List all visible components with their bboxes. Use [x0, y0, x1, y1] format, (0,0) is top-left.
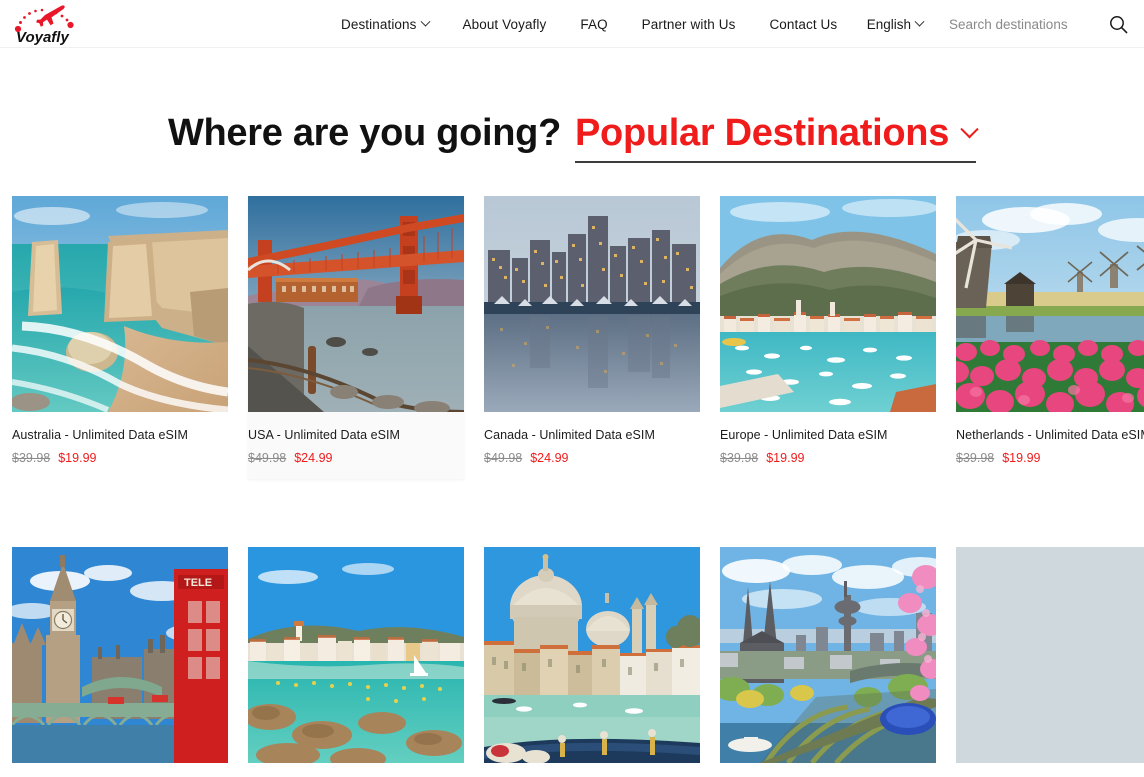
price-original: $49.98: [248, 451, 287, 465]
destination-filter-label: Popular Destinations: [574, 112, 950, 154]
price-sale: $24.99: [294, 451, 333, 465]
product-image: [248, 547, 464, 763]
price-original: $39.98: [956, 451, 995, 465]
price-sale: $24.99: [530, 451, 569, 465]
nav-label: Contact Us: [769, 16, 838, 32]
product-price-row: $39.98 $19.99: [720, 451, 936, 465]
search-icon: [1110, 15, 1128, 33]
product-price-row: $49.98 $24.99: [484, 451, 700, 465]
product-image: [956, 547, 1144, 763]
search-button[interactable]: [1109, 15, 1128, 34]
price-original: $39.98: [720, 451, 759, 465]
product-title: Netherlands - Unlimited Data eSIM: [956, 428, 1144, 442]
product-title: Canada - Unlimited Data eSIM: [484, 428, 655, 442]
hero-heading: Where are you going? Popular Destination…: [0, 114, 1144, 163]
chevron-down-icon: [960, 119, 979, 138]
site-header: Voyafly Destinations About Voyafly FAQ P…: [0, 0, 1144, 48]
product-card-canada[interactable]: Canada - Unlimited Data eSIM $49.98 $24.…: [484, 196, 700, 479]
chevron-down-icon: [420, 16, 430, 27]
product-title: Europe - Unlimited Data eSIM: [720, 428, 888, 442]
header-utilities: English: [867, 0, 1128, 48]
nav-label: About Voyafly: [462, 16, 547, 32]
product-image: [248, 196, 464, 412]
product-image: [720, 547, 936, 763]
nav-item-contact[interactable]: Contact Us: [769, 17, 837, 32]
product-image: [956, 196, 1144, 412]
main-nav: Destinations About Voyafly FAQ Partner w…: [341, 0, 837, 48]
product-title: Australia - Unlimited Data eSIM: [12, 428, 188, 442]
nav-label: Destinations: [341, 16, 417, 32]
language-label: English: [866, 16, 911, 32]
product-image: [484, 196, 700, 412]
price-original: $49.98: [484, 451, 523, 465]
nav-item-destinations[interactable]: Destinations: [341, 16, 430, 32]
destination-grid: Australia - Unlimited Data eSIM $39.98 $…: [12, 196, 1144, 777]
product-price-row: $39.98 $19.99: [12, 451, 228, 465]
product-price-row: $39.98 $19.99: [956, 451, 1144, 465]
product-card-australia[interactable]: Australia - Unlimited Data eSIM $39.98 $…: [12, 196, 228, 479]
logo[interactable]: Voyafly: [12, 2, 82, 46]
product-image: TELE: [12, 547, 228, 763]
product-card-italy[interactable]: [484, 547, 700, 777]
product-card-uk[interactable]: TELE: [12, 547, 228, 777]
nav-item-about[interactable]: About Voyafly: [463, 17, 547, 32]
nav-label: FAQ: [580, 16, 608, 32]
product-image: [12, 196, 228, 412]
product-image: [484, 547, 700, 763]
product-card-spain[interactable]: [248, 547, 464, 777]
price-sale: $19.99: [58, 451, 97, 465]
search-input[interactable]: [949, 16, 1089, 32]
nav-item-partner[interactable]: Partner with Us: [642, 17, 736, 32]
product-card-usa[interactable]: USA - Unlimited Data eSIM $49.98 $24.99: [248, 196, 464, 479]
svg-text:Voyafly: Voyafly: [16, 29, 69, 46]
product-price-row: $49.98 $24.99: [248, 451, 464, 465]
destination-filter-dropdown[interactable]: Popular Destinations: [574, 112, 979, 163]
svg-text:TELE: TELE: [184, 577, 212, 589]
product-card-europe[interactable]: Europe - Unlimited Data eSIM $39.98 $19.…: [720, 196, 936, 479]
price-original: $39.98: [12, 451, 51, 465]
airplane-dotted-trail-icon: Voyafly: [14, 5, 74, 46]
product-title: USA - Unlimited Data eSIM: [248, 428, 400, 442]
price-sale: $19.99: [1002, 451, 1041, 465]
language-selector[interactable]: English: [866, 16, 925, 32]
page-title: Where are you going?: [167, 112, 561, 154]
price-sale: $19.99: [766, 451, 805, 465]
chevron-down-icon: [914, 16, 925, 27]
nav-item-faq[interactable]: FAQ: [580, 17, 607, 32]
product-card-germany[interactable]: [720, 547, 936, 777]
product-card-netherlands[interactable]: Netherlands - Unlimited Data eSIM $39.98…: [956, 196, 1144, 479]
product-card-offscreen-2[interactable]: [956, 547, 1144, 777]
product-image: [720, 196, 936, 412]
nav-label: Partner with Us: [641, 16, 736, 32]
